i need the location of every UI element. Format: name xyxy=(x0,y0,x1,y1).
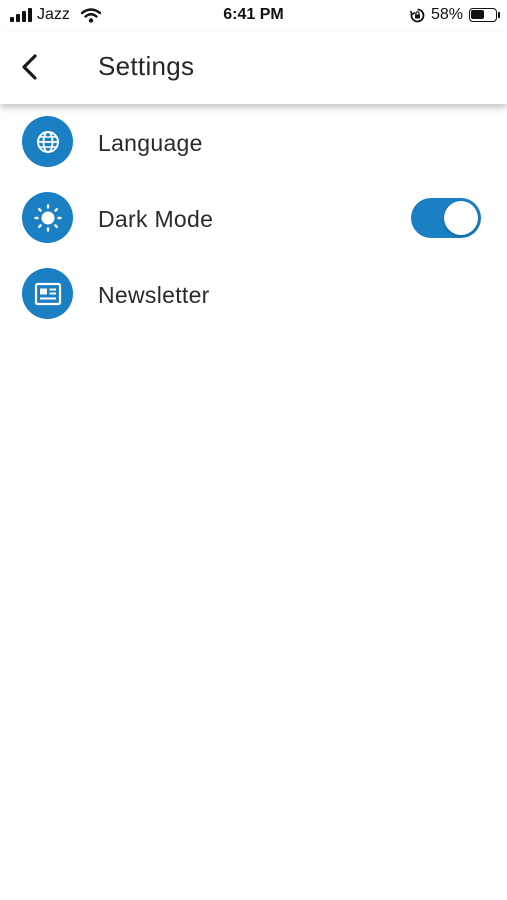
setting-row-dark-mode[interactable]: Dark Mode xyxy=(0,186,507,250)
setting-row-language[interactable]: Language xyxy=(0,110,507,174)
setting-label-language: Language xyxy=(98,130,203,156)
app-header: Settings xyxy=(0,32,507,104)
toggle-knob xyxy=(444,201,478,235)
dark-mode-icon-badge xyxy=(22,192,73,243)
battery-level xyxy=(471,10,485,19)
battery-icon xyxy=(469,8,500,22)
globe-icon xyxy=(36,130,59,153)
status-right: 58% xyxy=(409,6,500,24)
rotation-lock-icon xyxy=(409,8,425,22)
status-bar: Jazz 6:41 PM 58% xyxy=(0,0,507,32)
setting-label-newsletter: Newsletter xyxy=(98,282,210,308)
page-title: Settings xyxy=(98,51,195,81)
newsletter-icon-badge xyxy=(22,268,73,319)
brightness-icon xyxy=(33,203,62,232)
setting-row-newsletter[interactable]: Newsletter xyxy=(0,262,507,326)
settings-screen: Jazz 6:41 PM 58% Settings Language Dark … xyxy=(0,0,507,900)
chevron-left-icon xyxy=(22,54,37,80)
battery-percent: 58% xyxy=(430,6,463,23)
back-button[interactable] xyxy=(14,50,48,84)
setting-label-dark-mode: Dark Mode xyxy=(98,206,214,232)
language-icon-badge xyxy=(22,116,73,167)
dark-mode-toggle[interactable] xyxy=(411,198,481,238)
newspaper-icon xyxy=(34,282,61,305)
